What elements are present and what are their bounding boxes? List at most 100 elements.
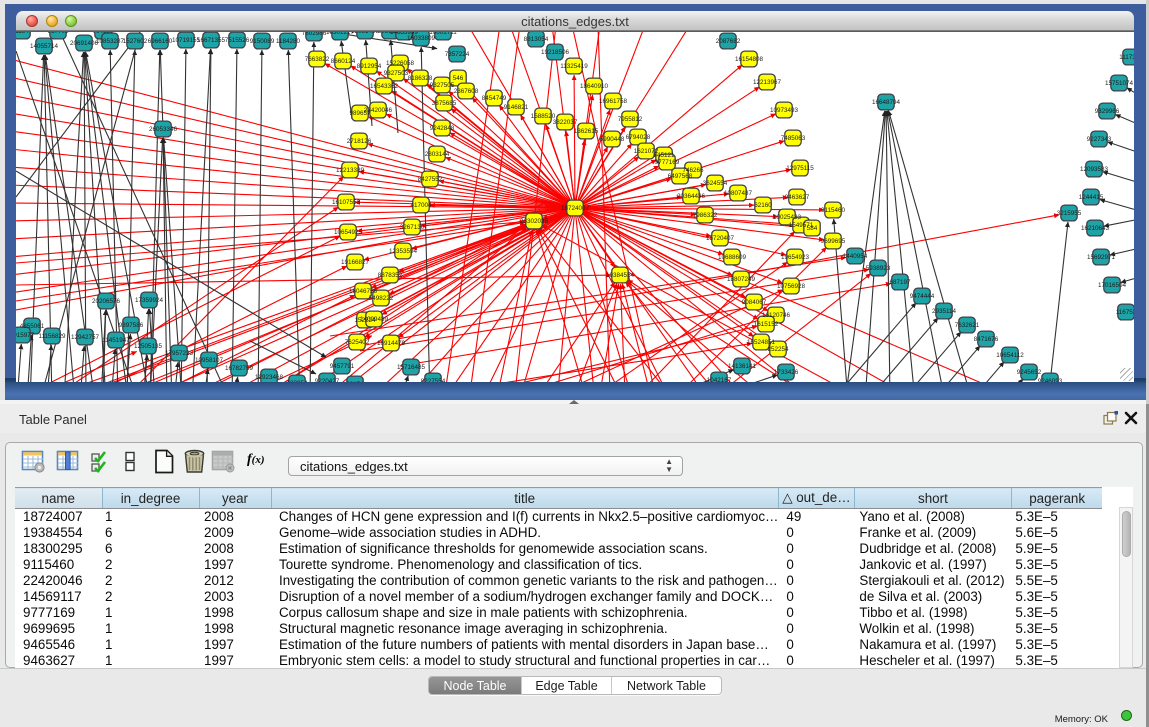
svg-text:122054: 122054 — [286, 380, 308, 382]
svg-text:80154: 80154 — [346, 381, 364, 382]
svg-text:9397586: 9397586 — [119, 322, 144, 329]
svg-text:16033809: 16033809 — [407, 35, 436, 42]
svg-text:3822037: 3822037 — [553, 119, 578, 126]
svg-text:1733426: 1733426 — [774, 369, 799, 376]
svg-text:14099489: 14099489 — [360, 316, 389, 323]
svg-text:12081498: 12081498 — [351, 32, 380, 35]
svg-text:20364436: 20364436 — [677, 193, 706, 200]
svg-text:1527602: 1527602 — [123, 38, 148, 45]
svg-text:10973493: 10973493 — [770, 107, 799, 114]
svg-text:8427552: 8427552 — [418, 176, 443, 183]
svg-text:12923468: 12923468 — [255, 374, 284, 381]
svg-text:10756928: 10756928 — [777, 283, 806, 290]
svg-text:211847: 211847 — [16, 32, 33, 35]
svg-text:8813054: 8813054 — [524, 36, 549, 43]
svg-text:8227554: 8227554 — [421, 378, 446, 382]
svg-text:12213389: 12213389 — [336, 167, 365, 174]
svg-text:17957223: 17957223 — [165, 350, 194, 357]
svg-text:19384554: 19384554 — [606, 272, 635, 279]
svg-text:6497568: 6497568 — [668, 173, 693, 180]
svg-text:12213967: 12213967 — [753, 79, 782, 86]
svg-text:16648794: 16648794 — [872, 99, 901, 106]
svg-text:5938923: 5938923 — [866, 265, 891, 272]
svg-text:7515526: 7515526 — [225, 37, 250, 44]
svg-text:16154808: 16154808 — [735, 56, 764, 63]
svg-text:9242848: 9242848 — [430, 125, 455, 132]
svg-text:12353594: 12353594 — [389, 248, 418, 255]
svg-text:8878352: 8878352 — [378, 272, 403, 279]
svg-text:9245652: 9245652 — [1017, 369, 1042, 376]
svg-text:9329966: 9329966 — [1095, 108, 1120, 115]
svg-text:12942757: 12942757 — [71, 334, 100, 341]
svg-text:1362615: 1362615 — [574, 128, 599, 135]
svg-text:1244415: 1244415 — [1079, 194, 1104, 201]
svg-text:10654925: 10654925 — [334, 229, 363, 236]
svg-text:15692971: 15692971 — [1087, 254, 1116, 261]
svg-text:7485063: 7485063 — [781, 135, 806, 142]
svg-text:15716485: 15716485 — [397, 364, 426, 371]
svg-text:9327505: 9327505 — [430, 82, 455, 89]
svg-text:23420046: 23420046 — [364, 107, 393, 114]
svg-text:6966160: 6966160 — [148, 38, 173, 45]
svg-text:10853287: 10853287 — [96, 38, 125, 45]
svg-text:9457791: 9457791 — [330, 363, 355, 370]
svg-text:62160: 62160 — [754, 202, 772, 209]
svg-text:16782759: 16782759 — [225, 365, 254, 372]
svg-text:6794028: 6794028 — [626, 134, 651, 141]
svg-text:584: 584 — [807, 225, 818, 232]
svg-text:16107553: 16107553 — [332, 199, 361, 206]
svg-text:10958107: 10958107 — [195, 357, 224, 364]
svg-text:8454749: 8454749 — [482, 95, 507, 102]
svg-text:2087682: 2087682 — [716, 38, 741, 45]
svg-text:9327503: 9327503 — [384, 70, 409, 77]
svg-text:14136141: 14136141 — [728, 363, 757, 370]
svg-text:15720407: 15720407 — [706, 235, 735, 242]
svg-text:4855061: 4855061 — [20, 323, 45, 330]
svg-text:7802986: 7802986 — [302, 32, 327, 37]
svg-text:8660124: 8660124 — [331, 58, 356, 65]
svg-text:9474444: 9474444 — [910, 293, 935, 300]
svg-text:9084067: 9084067 — [742, 299, 767, 306]
svg-text:9699695: 9699695 — [821, 238, 846, 245]
svg-text:15226058: 15226058 — [386, 60, 415, 67]
svg-text:764120: 764120 — [92, 32, 114, 35]
svg-text:9246093: 9246093 — [1038, 378, 1063, 382]
svg-text:417004: 417004 — [410, 202, 432, 209]
svg-text:15751074: 15751074 — [1105, 80, 1134, 87]
svg-text:9146821: 9146821 — [504, 104, 529, 111]
svg-text:252254: 252254 — [767, 346, 789, 353]
svg-text:16543362: 16543362 — [370, 83, 399, 90]
svg-text:3875685: 3875685 — [432, 100, 457, 107]
svg-text:16524851: 16524851 — [747, 339, 776, 346]
svg-text:16671355: 16671355 — [197, 37, 226, 44]
svg-text:23302035: 23302035 — [520, 218, 549, 225]
svg-text:12505135: 12505135 — [134, 343, 163, 350]
svg-text:19166827: 19166827 — [341, 259, 370, 266]
svg-text:845121: 845121 — [653, 152, 675, 159]
svg-text:7955812: 7955812 — [618, 116, 643, 123]
svg-text:16120746: 16120746 — [762, 312, 791, 319]
svg-text:10688609: 10688609 — [718, 254, 747, 261]
svg-text:9227343: 9227343 — [1087, 136, 1112, 143]
svg-text:917702: 917702 — [47, 32, 69, 35]
svg-text:9150089: 9150089 — [250, 38, 275, 45]
svg-text:12093583: 12093583 — [1080, 166, 1109, 173]
svg-text:687197: 687197 — [889, 279, 911, 286]
svg-text:16210643: 16210643 — [1081, 225, 1110, 232]
svg-text:8471676: 8471676 — [974, 336, 999, 343]
svg-text:11156829: 11156829 — [38, 333, 66, 340]
svg-text:9777169: 9777169 — [655, 159, 680, 166]
svg-text:19654923: 19654923 — [781, 254, 810, 261]
svg-text:18807249: 18807249 — [727, 276, 756, 283]
svg-text:3215955: 3215955 — [1057, 210, 1082, 217]
svg-text:7357224: 7357224 — [445, 51, 470, 58]
svg-text:20206576: 20206576 — [92, 298, 121, 305]
svg-text:20691406: 20691406 — [70, 40, 99, 47]
svg-text:2935114: 2935114 — [932, 308, 957, 315]
svg-text:3624554: 3624554 — [703, 180, 728, 187]
svg-text:16046756: 16046756 — [349, 288, 378, 295]
svg-text:8912954: 8912954 — [357, 63, 382, 70]
svg-text:6990448: 6990448 — [600, 136, 625, 143]
svg-text:11325419: 11325419 — [560, 63, 588, 70]
svg-text:26053346: 26053346 — [149, 126, 178, 133]
